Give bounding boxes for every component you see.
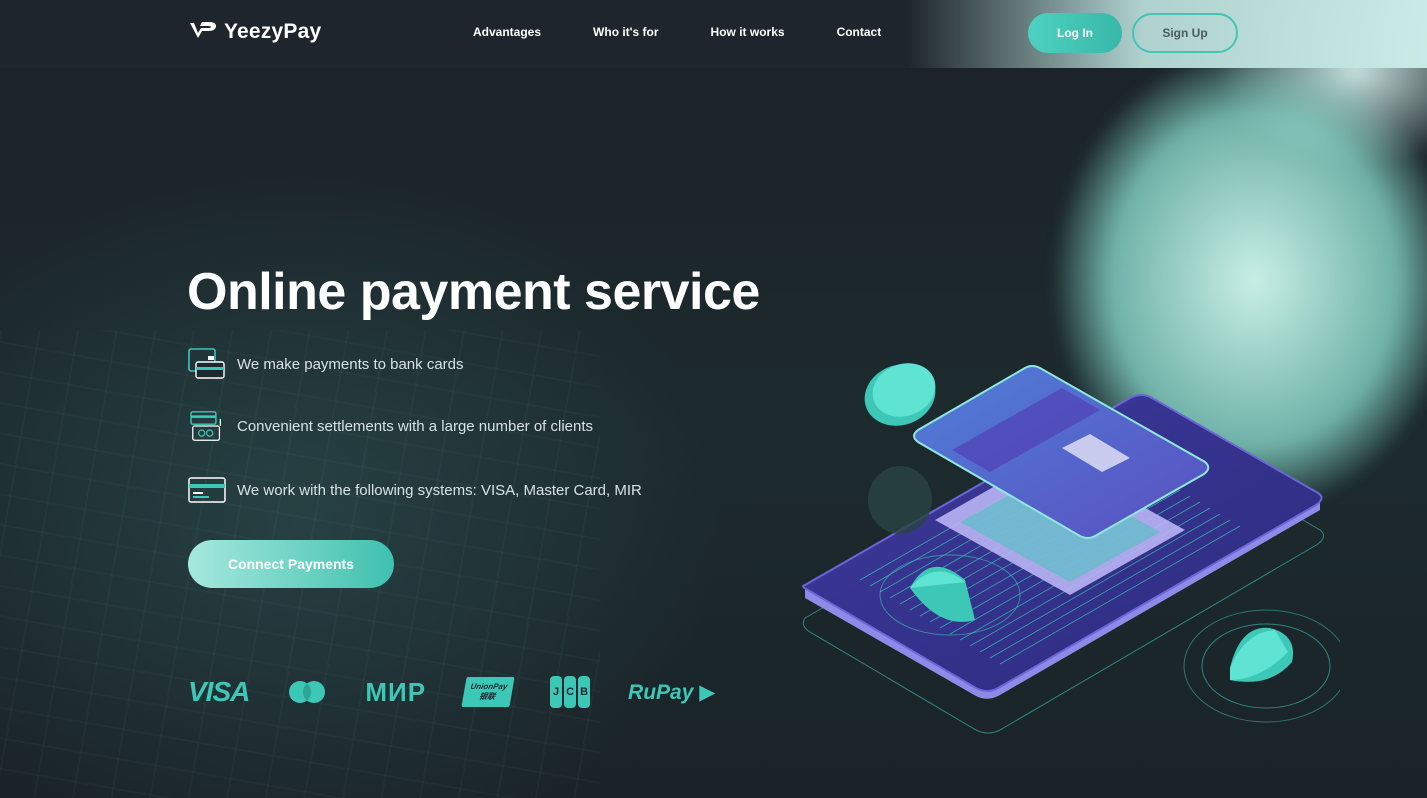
mastercard-logo-icon: [289, 681, 326, 703]
settlement-icon: [190, 411, 221, 441]
jcb-letter: J: [550, 676, 563, 708]
rupay-arrow-icon: ▶: [699, 680, 716, 704]
main-nav: Advantages Who it's for How it works Con…: [473, 25, 933, 39]
payment-systems-row: VISA МИР UnionPay 银联 J C B RuPay ▶: [188, 676, 753, 708]
rupay-text: RuPay: [628, 680, 694, 704]
nav-contact[interactable]: Contact: [837, 25, 882, 39]
feature-item: Convenient settlements with a large numb…: [188, 410, 593, 442]
hero-title: Online payment service: [187, 263, 760, 321]
feature-item: We work with the following systems: VISA…: [188, 474, 642, 506]
card-systems-icon: [188, 477, 226, 503]
feature-text: Convenient settlements with a large numb…: [237, 417, 594, 435]
logo-text: YeezyPay: [224, 20, 322, 43]
unionpay-text: UnionPay: [469, 682, 509, 691]
feature-item: We make payments to bank cards: [188, 348, 464, 380]
bank-card-icon: [188, 348, 225, 379]
signup-button[interactable]: Sign Up: [1132, 13, 1238, 53]
logo[interactable]: YeezyPay: [188, 20, 321, 44]
rupay-logo: RuPay ▶: [628, 680, 715, 705]
yeezypay-logo-icon: [190, 22, 216, 38]
header: YeezyPay Advantages Who it's for How it …: [0, 0, 1427, 68]
nav-who-its-for[interactable]: Who it's for: [593, 25, 659, 39]
login-button[interactable]: Log In: [1028, 13, 1122, 53]
unionpay-logo: UnionPay 银联: [461, 677, 515, 707]
nav-how-it-works[interactable]: How it works: [711, 25, 785, 39]
connect-payments-button[interactable]: Connect Payments: [188, 540, 394, 588]
nav-advantages[interactable]: Advantages: [473, 25, 541, 39]
jcb-letter: B: [578, 676, 591, 708]
jcb-letter: C: [564, 676, 577, 708]
phone-card-illustration: [802, 363, 1340, 734]
feature-text: We work with the following systems: VISA…: [237, 481, 642, 499]
jcb-logo: J C B: [550, 676, 591, 708]
feature-text: We make payments to bank cards: [237, 355, 464, 373]
mir-logo: МИР: [365, 676, 427, 707]
visa-logo: VISA: [188, 676, 250, 707]
unionpay-chinese-text: 银联: [478, 692, 497, 701]
